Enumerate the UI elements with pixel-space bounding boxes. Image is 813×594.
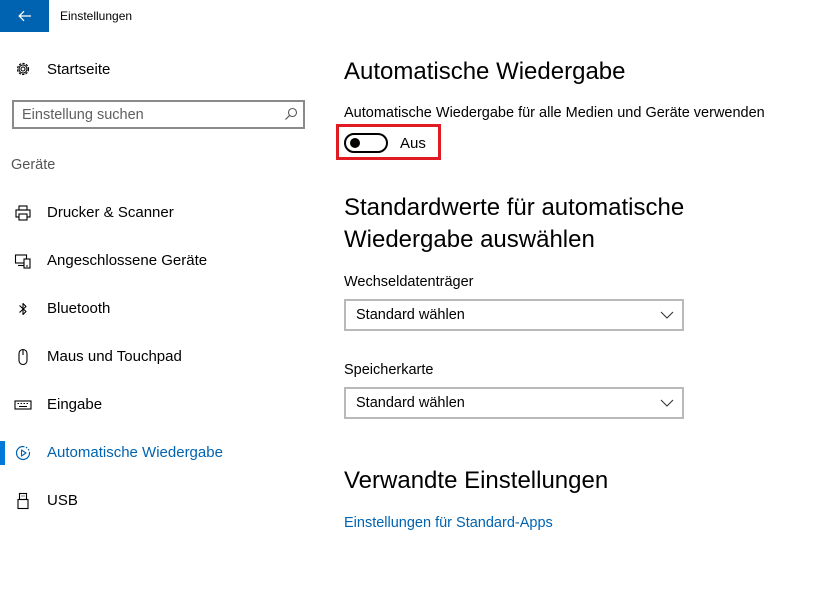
connected-devices-icon — [14, 254, 31, 269]
toggle-knob — [350, 138, 360, 148]
active-indicator — [0, 441, 5, 465]
sidebar-home[interactable]: Startseite — [0, 54, 322, 84]
search-icon[interactable] — [284, 107, 298, 121]
chevron-down-icon — [660, 399, 674, 407]
sidebar-item-printers[interactable]: Drucker & Scanner — [0, 193, 322, 233]
toggle-state-label: Aus — [400, 135, 426, 152]
bluetooth-icon — [19, 302, 27, 316]
usb-icon — [17, 492, 29, 510]
memory-card-value: Standard wählen — [356, 395, 465, 411]
gear-icon — [16, 62, 30, 76]
sidebar-item-label: Automatische Wiedergabe — [47, 444, 223, 461]
sidebar: Startseite Geräte Drucker & Scanner Ange… — [0, 32, 322, 594]
removable-drive-select[interactable]: Standard wählen — [344, 299, 684, 331]
sidebar-item-label: Angeschlossene Geräte — [47, 252, 208, 269]
sidebar-home-label: Startseite — [47, 61, 111, 78]
sidebar-item-label: Bluetooth — [47, 300, 111, 317]
sidebar-item-label: Drucker & Scanner — [47, 204, 174, 221]
back-arrow-icon — [17, 10, 31, 22]
removable-drive-value: Standard wählen — [356, 307, 465, 323]
autoplay-toggle-description: Automatische Wiedergabe für alle Medien … — [344, 105, 765, 121]
back-button[interactable] — [0, 0, 49, 32]
sidebar-item-label: Maus und Touchpad — [47, 348, 182, 365]
title-bar: Einstellungen — [0, 0, 813, 32]
related-settings-title: Verwandte Einstellungen — [344, 467, 609, 494]
search-input[interactable] — [22, 106, 272, 124]
sidebar-item-mouse[interactable]: Maus und Touchpad — [0, 337, 322, 377]
sidebar-item-connected-devices[interactable]: Angeschlossene Geräte — [0, 241, 322, 281]
main-content: Automatische Wiedergabe Automatische Wie… — [322, 32, 813, 594]
default-apps-link[interactable]: Einstellungen für Standard-Apps — [344, 515, 553, 531]
sidebar-item-bluetooth[interactable]: Bluetooth — [0, 289, 322, 329]
sidebar-item-autoplay[interactable]: Automatische Wiedergabe — [0, 433, 322, 473]
sidebar-item-usb[interactable]: USB — [0, 481, 322, 521]
memory-card-label: Speicherkarte — [344, 362, 434, 378]
section-label: Geräte — [11, 157, 56, 173]
keyboard-icon — [14, 400, 32, 410]
sidebar-item-typing[interactable]: Eingabe — [0, 385, 322, 425]
mouse-icon — [18, 348, 28, 366]
window-title: Einstellungen — [60, 9, 133, 23]
sidebar-item-label: USB — [47, 492, 78, 509]
search-box[interactable] — [12, 100, 305, 129]
chevron-down-icon — [660, 311, 674, 319]
printer-icon — [15, 205, 31, 221]
page-title: Automatische Wiedergabe — [344, 58, 626, 85]
removable-drive-label: Wechseldatenträger — [344, 274, 474, 290]
memory-card-select[interactable]: Standard wählen — [344, 387, 684, 419]
autoplay-toggle[interactable] — [344, 133, 388, 153]
defaults-title-line1: Standardwerte für automatische — [344, 194, 685, 221]
defaults-title-line2: Wiedergabe auswählen — [344, 226, 595, 253]
autoplay-icon — [15, 445, 31, 461]
sidebar-item-label: Eingabe — [47, 396, 103, 413]
